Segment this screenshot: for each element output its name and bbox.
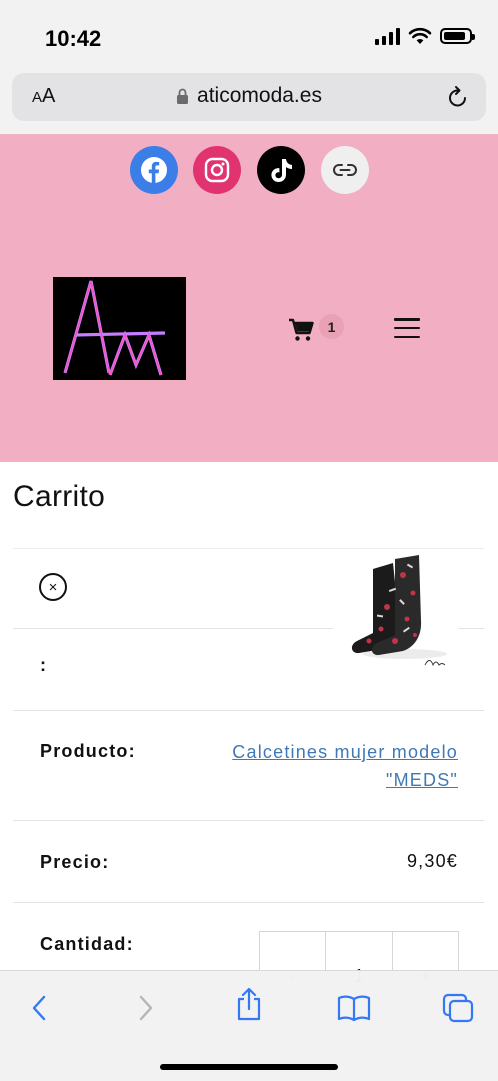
- page-title: Carrito: [13, 480, 106, 513]
- battery-icon: [440, 28, 475, 44]
- site-logo[interactable]: [53, 277, 186, 380]
- site-header: 1: [0, 134, 498, 462]
- product-thumbnail[interactable]: [333, 549, 458, 673]
- hamburger-menu-icon[interactable]: [394, 318, 420, 338]
- link-button[interactable]: [321, 146, 369, 194]
- product-name-line2: "MEDS": [386, 770, 458, 790]
- quantity-label: Cantidad:: [40, 934, 134, 954]
- price-row: Precio: 9,30€: [13, 821, 484, 903]
- forward-button[interactable]: [126, 991, 166, 1025]
- price-label: Precio:: [40, 852, 110, 872]
- wifi-icon: [408, 27, 432, 44]
- back-button[interactable]: [19, 991, 59, 1025]
- socks-image: [351, 555, 447, 667]
- thumbnail-row: :: [13, 549, 484, 711]
- thumbnail-label: :: [40, 655, 46, 675]
- facebook-icon: [141, 157, 167, 183]
- cart-item: × : Producto: Calcetines mujer modelo "M…: [13, 548, 484, 993]
- status-icons: [375, 27, 475, 45]
- url-text: aticomoda.es: [197, 84, 322, 107]
- chevron-left-icon: [32, 995, 46, 1021]
- status-time: 10:42: [45, 26, 102, 51]
- cart-count-badge[interactable]: 1: [319, 314, 344, 339]
- browser-address-area: AA aticomoda.es: [0, 70, 498, 135]
- status-bar: 10:42: [0, 0, 498, 70]
- instagram-icon: [204, 157, 230, 183]
- link-icon: [333, 164, 357, 176]
- bookmarks-button[interactable]: [334, 991, 374, 1025]
- book-icon: [337, 995, 371, 1022]
- tabs-button[interactable]: [438, 991, 478, 1025]
- logo-mark: [63, 280, 166, 376]
- price-value: 9,30€: [406, 851, 458, 871]
- product-name-link[interactable]: Calcetines mujer modelo "MEDS": [232, 738, 458, 794]
- shopping-cart-icon[interactable]: [288, 318, 314, 342]
- tiktok-icon: [271, 159, 292, 182]
- lock-icon: [177, 88, 189, 104]
- cellular-signal-icon: [375, 27, 400, 45]
- url-display[interactable]: aticomoda.es: [12, 84, 486, 108]
- remove-item-button[interactable]: ×: [39, 573, 67, 601]
- facebook-link[interactable]: [130, 146, 178, 194]
- browser-toolbar: [0, 970, 498, 1081]
- share-button[interactable]: [229, 987, 269, 1021]
- home-indicator: [160, 1064, 338, 1070]
- tiktok-link[interactable]: [257, 146, 305, 194]
- tabs-icon: [442, 993, 474, 1023]
- reload-icon[interactable]: [446, 84, 470, 110]
- chevron-right-icon: [139, 995, 153, 1021]
- instagram-link[interactable]: [193, 146, 241, 194]
- product-name-line1: Calcetines mujer modelo: [232, 742, 458, 762]
- product-row: Producto: Calcetines mujer modelo "MEDS": [13, 711, 484, 821]
- share-icon: [237, 987, 261, 1021]
- address-bar[interactable]: AA aticomoda.es: [12, 73, 486, 121]
- product-label: Producto:: [40, 741, 136, 761]
